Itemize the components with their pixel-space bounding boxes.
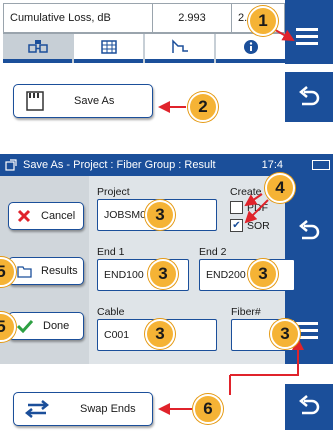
callout-3-end2: 3 <box>248 259 278 289</box>
callout-3-cable: 3 <box>145 319 175 349</box>
callout-3-end1: 3 <box>148 259 178 289</box>
callout-4: 4 <box>265 173 295 203</box>
callout-6: 6 <box>193 394 223 424</box>
callout-2: 2 <box>188 92 218 122</box>
callout-3-project: 3 <box>145 200 175 230</box>
callout-1: 1 <box>248 6 278 36</box>
callout-3-fiber: 3 <box>270 319 300 349</box>
arrow-4a <box>244 193 263 207</box>
